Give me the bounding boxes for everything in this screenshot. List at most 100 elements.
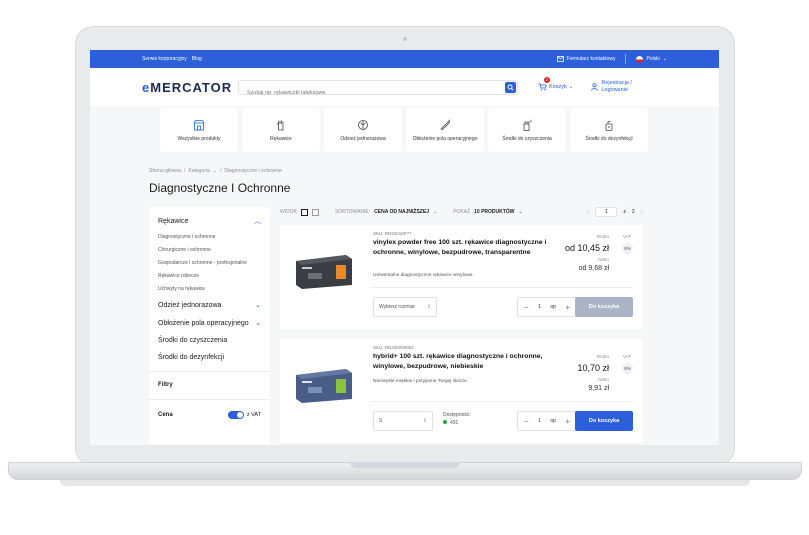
sidebar-item-label: Środki do dezynfekcji	[158, 354, 225, 361]
sidebar-subitem[interactable]: Uchwyty na rękawice	[158, 283, 261, 296]
vat-label: VAT	[622, 354, 631, 359]
scalpel-icon	[440, 118, 451, 130]
link-corporate[interactable]: Serwis korporacyjny	[142, 56, 187, 62]
select-arrows-icon: ⇕	[426, 304, 431, 310]
select-arrows-icon: ⇕	[422, 418, 427, 424]
product-name[interactable]: vinylex powder free 100 szt. rękawice di…	[373, 238, 548, 258]
chevron-up-icon: ︿	[254, 218, 261, 225]
size-select-value: Wybierz rozmiar	[379, 304, 416, 310]
vat-toggle-wrap: z VAT	[227, 411, 261, 419]
breadcrumb-separator: /	[183, 168, 186, 174]
grid-view-icon[interactable]	[311, 208, 319, 216]
sidebar-item-disposable-clothing[interactable]: Odzież jednorazowa ⌄	[158, 296, 261, 314]
account-text: Rejestracja / Logowanie	[601, 80, 632, 94]
category-label: Wszystkie produkty	[177, 135, 221, 142]
sidebar-item-disinfection[interactable]: Środki do dezynfekcji	[158, 349, 261, 366]
shop-icon	[193, 119, 205, 130]
logo-main: MERCATOR	[150, 79, 233, 95]
quantity-stepper: − 1 op +	[517, 297, 577, 317]
product-card: SKU: RD220180*** vinylex powder free 100…	[280, 225, 643, 329]
category-all-products[interactable]: Wszystkie produkty	[160, 108, 238, 152]
product-image[interactable]	[292, 365, 356, 405]
gross-price: od 10,45 zł	[564, 243, 609, 253]
sidebar-subitem[interactable]: Diagnostyczne i ochronne	[158, 231, 261, 244]
plus-icon[interactable]: +	[565, 303, 570, 312]
chevron-down-icon: ⌄	[255, 302, 261, 309]
sidebar-subitem[interactable]: Chirurgiczne i ochronne	[158, 244, 261, 257]
minus-icon[interactable]: −	[524, 417, 529, 426]
search-input[interactable]	[239, 86, 499, 99]
sidebar-item-label: Obłożenie pola operacyjnego	[158, 319, 249, 327]
chevron-down-icon: ⌄	[568, 84, 574, 90]
sidebar-section-gloves[interactable]: Rękawice ︿	[158, 213, 261, 231]
cart-label: Koszyk	[549, 84, 567, 90]
sidebar-item-cleaning[interactable]: Środki do czyszczenia	[158, 332, 261, 349]
page-title: Diagnostyczne I Ochronne	[149, 181, 291, 195]
top-links: Serwis korporacyjny Blog	[142, 56, 202, 62]
search-button[interactable]	[505, 81, 516, 93]
user-icon	[591, 83, 599, 91]
screen: Serwis korporacyjny Blog Formularz konta…	[90, 50, 719, 445]
page-total: 2	[631, 209, 635, 215]
availability-value: 491	[450, 420, 459, 426]
sort-label: SORTOWANIE:	[334, 209, 371, 215]
quantity-value[interactable]: 1	[538, 418, 541, 424]
link-blog[interactable]: Blog	[192, 56, 202, 62]
sort-control[interactable]: SORTOWANIE: CENA OD NAJNIŻSZEJ ⌄	[335, 209, 437, 215]
page-input[interactable]: 1	[595, 207, 618, 217]
vat-badge: 8%	[622, 363, 633, 374]
add-to-cart-button[interactable]: Do koszyka	[575, 411, 633, 431]
contact-form-link[interactable]: Formularz kontaktowy	[556, 56, 615, 62]
list-view-icon[interactable]	[300, 208, 308, 216]
product-name[interactable]: hybrid+ 100 szt. rękawice diagnostyczne …	[373, 352, 548, 372]
cart-button[interactable]: 2 Koszyk ⌄	[538, 77, 574, 91]
pagination: ‹ 1 z 2 ›	[587, 207, 643, 217]
net-label: Netto	[598, 257, 609, 262]
chevron-left-icon[interactable]: ‹	[587, 209, 589, 216]
page-of-label: z	[623, 209, 626, 215]
category-cleaning[interactable]: Środki do czyszczenia	[488, 108, 566, 152]
divider	[149, 399, 270, 400]
vat-toggle-label: z VAT	[246, 412, 261, 418]
add-to-cart-button[interactable]: Do koszyka	[575, 297, 633, 317]
account-line2: Logowanie	[601, 87, 628, 93]
sidebar-subitem[interactable]: Gospodarcze i ochronne - profesjonalne	[158, 257, 261, 270]
per-page-control[interactable]: POKAŻ 10 PRODUKTÓW ⌄	[453, 209, 522, 215]
product-image[interactable]	[292, 251, 356, 291]
product-description: Uniwersalne diagnostyczne rękawice winyl…	[373, 273, 474, 278]
size-select-value: S	[379, 418, 383, 424]
breadcrumb-category[interactable]: Kategoria	[188, 168, 209, 174]
header: eMERCATOR 2 Koszyk ⌄ Rejestracja / Logow…	[90, 68, 719, 106]
account-link[interactable]: Rejestracja / Logowanie	[591, 80, 632, 94]
category-disposable-clothing[interactable]: Odzież jednorazowa	[324, 108, 402, 152]
chevron-down-icon: ⌄	[662, 56, 667, 62]
language-label: Polski	[646, 56, 660, 62]
sidebar-subitem[interactable]: Rękawice robocze	[158, 270, 261, 283]
chevron-right-icon[interactable]: ›	[641, 209, 643, 216]
vat-toggle[interactable]	[227, 411, 244, 419]
view-label: WIDOK	[280, 209, 297, 215]
filters-title: Filtry	[158, 382, 173, 388]
per-page-label: POKAŻ	[453, 209, 471, 215]
breadcrumb-home[interactable]: Strona główna	[149, 168, 181, 174]
product-card: SKU: RD220259002 hybrid+ 100 szt. rękawi…	[280, 339, 643, 443]
size-select[interactable]: S ⇕	[373, 411, 433, 431]
vat-label: VAT	[622, 234, 631, 239]
quantity-value[interactable]: 1	[538, 304, 541, 310]
minus-icon[interactable]: −	[524, 303, 529, 312]
category-gloves[interactable]: Rękawice	[242, 108, 320, 152]
breadcrumb-separator: /	[219, 168, 222, 174]
sidebar-item-label: Odzież jednorazowa	[158, 301, 222, 309]
category-surgical-draping[interactable]: Obłożenie pola operacyjnego	[406, 108, 484, 152]
logo[interactable]: eMERCATOR	[142, 80, 238, 95]
net-price: 9,91 zł	[588, 385, 609, 392]
size-select[interactable]: Wybierz rozmiar ⇕	[373, 297, 437, 317]
gross-price: 10,70 zł	[577, 363, 609, 373]
language-selector[interactable]: Polski ⌄	[636, 55, 667, 63]
category-disinfection[interactable]: Środki do dezynfekcji	[570, 108, 648, 152]
laptop-shadow	[60, 480, 750, 486]
quantity-stepper: − 1 op +	[517, 411, 577, 431]
sidebar-item-surgical-draping[interactable]: Obłożenie pola operacyjnego ⌄	[158, 314, 261, 332]
camera	[403, 37, 407, 41]
plus-icon[interactable]: +	[565, 417, 570, 426]
